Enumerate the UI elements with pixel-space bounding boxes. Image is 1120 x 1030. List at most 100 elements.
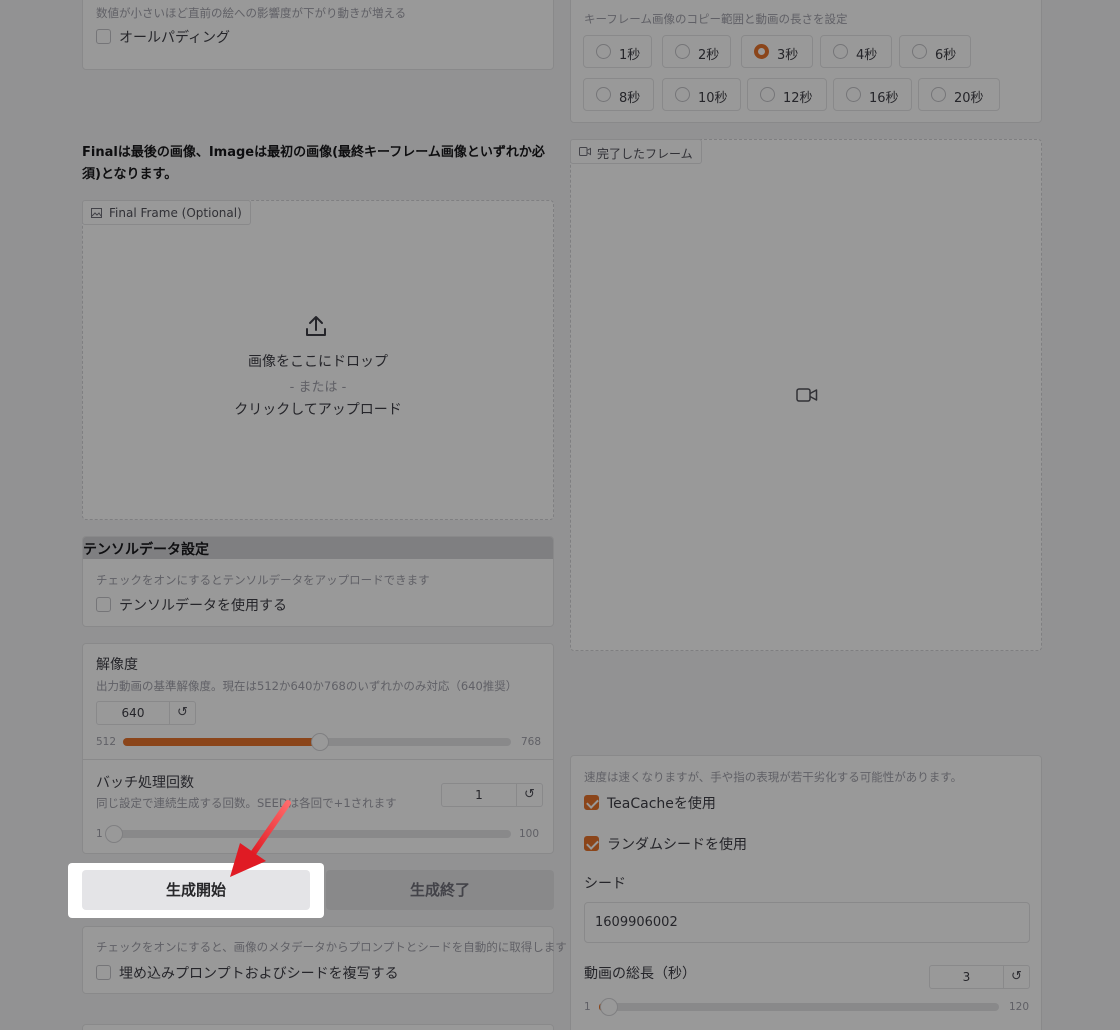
metadata-checkbox-label[interactable]: 埋め込みプロンプトおよびシードを複写する (119, 963, 399, 983)
radio-dot (596, 87, 611, 102)
radio-dot (754, 44, 769, 59)
generation-settings-panel: 速度は速くなりますが、手や指の表現が若干劣化する可能性があります。 TeaCac… (570, 755, 1042, 1030)
video-length-label: 動画の総長（秒） (584, 966, 696, 982)
all-padding-checkbox[interactable] (96, 29, 111, 44)
metadata-info: チェックをオンにすると、画像のメタデータからプロンプトとシードを自動的に取得しま… (96, 940, 567, 954)
resolution-number-input[interactable]: 640 ↺ (96, 701, 196, 725)
drop-text: 画像をここにドロップ (248, 354, 388, 370)
resolution-batch-panel: 解像度 出力動画の基準解像度。現在は512か640か768のいずれかのみ対応（6… (82, 643, 554, 854)
metadata-panel: チェックをオンにすると、画像のメタデータからプロンプトとシードを自動的に取得しま… (82, 926, 567, 994)
batch-number-input[interactable]: 1 ↺ (441, 783, 543, 807)
completed-frame-tag: 完了したフレーム (570, 139, 702, 164)
video-length-max: 120 (1009, 1001, 1030, 1013)
resolution-max: 768 (521, 736, 542, 748)
batch-slider[interactable] (105, 825, 511, 843)
teacache-label[interactable]: TeaCacheを使用 (607, 793, 716, 813)
radio-dot (675, 44, 690, 59)
tensor-title: テンソルデータ設定 (83, 542, 209, 558)
click-upload-text: クリックしてアップロード (234, 402, 402, 418)
lower-panel (82, 1024, 554, 1030)
duration-option-label: 6秒 (935, 48, 957, 63)
resolution-slider-fill (123, 738, 317, 746)
resolution-info: 出力動画の基準解像度。現在は512か640か768のいずれかのみ対応（640推奨… (96, 679, 518, 693)
video-length-slider[interactable] (599, 998, 999, 1016)
duration-option-label: 20秒 (954, 91, 984, 106)
all-padding-panel: 数値が小さいほど直前の絵への影響度が下がり動きが増える オールパディング (82, 0, 554, 70)
or-text: - または - (289, 380, 347, 395)
duration-panel: キーフレーム画像のコピー範囲と動画の長さを設定 1秒 2秒 3秒 4秒 6秒 8秒 10秒 1… (570, 0, 1042, 123)
all-padding-label[interactable]: オールパディング (119, 27, 230, 47)
duration-option-label: 2秒 (698, 48, 720, 63)
batch-slider-thumb[interactable] (105, 825, 123, 843)
duration-option-7[interactable]: 10秒 (662, 78, 741, 111)
resolution-reset-button[interactable]: ↺ (169, 702, 195, 724)
video-length-min: 1 (584, 1001, 591, 1013)
duration-option-10[interactable]: 20秒 (918, 78, 1000, 111)
batch-min: 1 (96, 828, 103, 840)
duration-option-5[interactable]: 6秒 (899, 35, 971, 68)
image-icon (91, 208, 102, 218)
resolution-slider-thumb[interactable] (311, 733, 329, 751)
completed-frame-tag-label: 完了したフレーム (597, 147, 693, 161)
video-length-number-input[interactable]: 3 ↺ (929, 965, 1030, 989)
resolution-value: 640 (121, 706, 145, 720)
final-frame-tag-label: Final Frame (Optional) (109, 206, 242, 220)
annotation-arrow-icon (230, 800, 291, 877)
final-frame-dropzone[interactable]: Final Frame (Optional) 画像をここにドロップ - または … (82, 200, 554, 520)
batch-max: 100 (519, 828, 540, 840)
tensor-info: チェックをオンにするとテンソルデータをアップロードできます (96, 573, 430, 587)
video-length-value: 3 (962, 970, 971, 984)
seed-input[interactable]: 1609906002 (584, 902, 1030, 943)
duration-option-label: 4秒 (856, 48, 878, 63)
resolution-slider[interactable] (123, 733, 511, 751)
radio-dot (846, 87, 861, 102)
completed-frame-area: 完了したフレーム (570, 139, 1042, 651)
seed-value: 1609906002 (595, 915, 678, 930)
duration-option-label: 12秒 (783, 91, 813, 106)
tensor-checkbox[interactable] (96, 597, 111, 612)
panel-divider (83, 759, 553, 760)
batch-reset-button[interactable]: ↺ (516, 784, 542, 806)
random-seed-checkbox[interactable] (584, 836, 599, 851)
duration-option-4[interactable]: 4秒 (820, 35, 892, 68)
radio-dot (912, 44, 927, 59)
metadata-checkbox[interactable] (96, 965, 111, 980)
tensor-title-bar: テンソルデータ設定 (83, 537, 553, 559)
seed-label: シード (584, 876, 626, 892)
tensor-panel: テンソルデータ設定 チェックをオンにするとテンソルデータをアップロードできます … (82, 536, 554, 627)
duration-option-label: 8秒 (619, 91, 641, 106)
duration-option-label: 1秒 (619, 48, 641, 63)
duration-option-label: 16秒 (869, 91, 899, 106)
teacache-checkbox[interactable] (584, 795, 599, 810)
resolution-min: 512 (96, 736, 117, 748)
all-padding-info: 数値が小さいほど直前の絵への影響度が下がり動きが増える (96, 6, 407, 20)
duration-option-9[interactable]: 16秒 (833, 78, 912, 111)
video-length-reset-button[interactable]: ↺ (1003, 966, 1029, 988)
video-length-slider-thumb[interactable] (600, 998, 618, 1016)
video-placeholder-icon (796, 388, 818, 402)
video-camera-icon (579, 147, 591, 156)
radio-dot (931, 87, 946, 102)
duration-option-2[interactable]: 2秒 (662, 35, 731, 68)
duration-option-label: 10秒 (698, 91, 728, 106)
tensor-checkbox-label[interactable]: テンソルデータを使用する (119, 595, 287, 615)
duration-option-label: 3秒 (777, 48, 799, 63)
final-frame-description: Finalは最後の画像、Imageは最初の画像(最終キーフレーム画像といずれか必… (82, 145, 545, 182)
duration-info: キーフレーム画像のコピー範囲と動画の長さを設定 (584, 12, 848, 26)
radio-dot (833, 44, 848, 59)
final-frame-tag: Final Frame (Optional) (82, 200, 251, 225)
resolution-label: 解像度 (96, 657, 138, 673)
teacache-info: 速度は速くなりますが、手や指の表現が若干劣化する可能性があります。 (584, 770, 963, 784)
batch-label: バッチ処理回数 (96, 775, 194, 791)
radio-dot (675, 87, 690, 102)
upload-icon (306, 316, 326, 336)
duration-option-3[interactable]: 3秒 (741, 35, 813, 68)
random-seed-label[interactable]: ランダムシードを使用 (607, 834, 747, 854)
batch-value: 1 (475, 788, 483, 802)
stop-button[interactable]: 生成終了 (326, 870, 554, 910)
radio-dot (760, 87, 775, 102)
duration-option-8[interactable]: 12秒 (747, 78, 827, 111)
duration-option-1[interactable]: 1秒 (583, 35, 652, 68)
duration-option-6[interactable]: 8秒 (583, 78, 654, 111)
radio-dot (596, 44, 611, 59)
